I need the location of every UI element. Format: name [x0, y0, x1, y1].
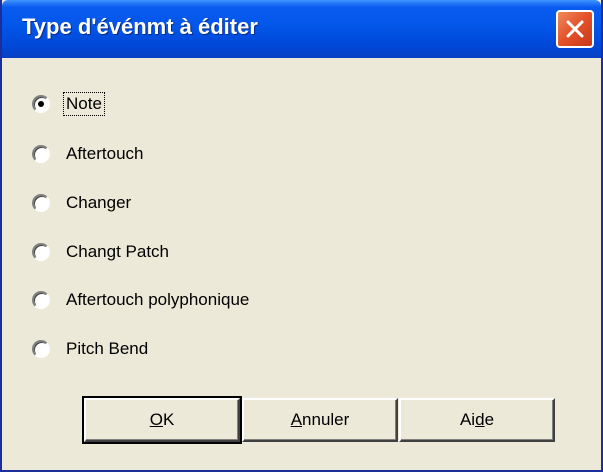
radio-label: Aftertouch — [66, 144, 144, 163]
radio-button-icon[interactable] — [32, 291, 50, 309]
dialog-window: Type d'événmt à éditer Note Aftertouch C… — [0, 0, 603, 472]
cancel-button-label: Annuler — [290, 410, 350, 429]
radio-option-changt-patch[interactable]: Changt Patch — [32, 238, 171, 266]
dialog-content: Note Aftertouch Changer Changt Patch Aft… — [2, 58, 601, 470]
title-bar[interactable]: Type d'événmt à éditer — [2, 0, 601, 58]
radio-button-icon[interactable] — [32, 194, 50, 212]
radio-label: Changer — [66, 193, 132, 212]
help-button-label: Aide — [459, 410, 495, 429]
radio-button-icon[interactable] — [32, 145, 50, 163]
radio-option-note[interactable]: Note — [32, 90, 105, 118]
cancel-button[interactable]: Annuler — [242, 398, 398, 442]
radio-dot-icon — [38, 101, 44, 107]
radio-option-pitch-bend[interactable]: Pitch Bend — [32, 335, 150, 363]
radio-button-icon[interactable] — [32, 95, 50, 113]
close-icon — [566, 20, 584, 38]
radio-button-icon[interactable] — [32, 243, 50, 261]
radio-label: Pitch Bend — [66, 339, 149, 358]
radio-option-aftertouch-polyphonique[interactable]: Aftertouch polyphonique — [32, 286, 251, 314]
radio-label: Changt Patch — [66, 242, 170, 261]
dialog-title: Type d'événmt à éditer — [22, 14, 258, 39]
help-button[interactable]: Aide — [399, 398, 555, 442]
ok-button-label: OK — [149, 410, 175, 429]
radio-label: Aftertouch polyphonique — [66, 290, 250, 309]
radio-option-aftertouch[interactable]: Aftertouch — [32, 140, 146, 168]
ok-button[interactable]: OK — [82, 396, 242, 444]
close-button[interactable] — [556, 10, 594, 48]
radio-option-changer[interactable]: Changer — [32, 189, 133, 217]
radio-label: Note — [63, 92, 105, 116]
radio-button-icon[interactable] — [32, 340, 50, 358]
